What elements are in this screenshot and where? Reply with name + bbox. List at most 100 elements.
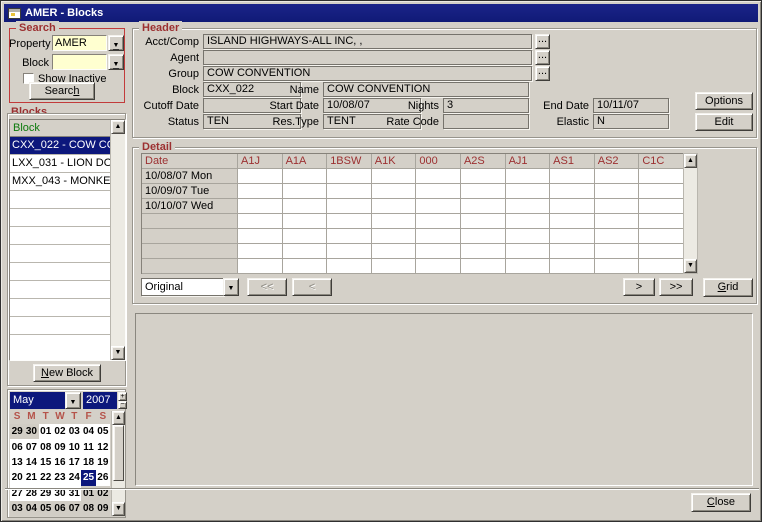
calendar-year-display[interactable]: 2007 [83, 392, 117, 409]
detail-grid-cell[interactable] [639, 214, 684, 229]
calendar-day[interactable]: 03 [67, 424, 81, 439]
elastic-field[interactable]: N [593, 114, 669, 129]
calendar-day[interactable]: 26 [96, 470, 110, 485]
calendar-day[interactable]: 02 [53, 424, 67, 439]
calendar-day[interactable]: 22 [39, 470, 53, 485]
block-lov-button[interactable]: ▼ [108, 54, 124, 70]
nav-first-button[interactable]: << [247, 278, 287, 296]
list-item[interactable] [10, 317, 110, 335]
list-item[interactable] [10, 281, 110, 299]
detail-grid-cell[interactable] [416, 169, 461, 184]
calendar-day[interactable]: 05 [96, 424, 110, 439]
list-item[interactable] [10, 263, 110, 281]
detail-grid-cell[interactable] [327, 214, 372, 229]
detail-grid-cell[interactable] [238, 199, 283, 214]
calendar-day[interactable]: 06 [10, 439, 24, 454]
calendar-day[interactable]: 17 [67, 455, 81, 470]
detail-grid-cell[interactable] [461, 244, 506, 259]
list-item[interactable]: CXX_022 - COW CONVEN [10, 137, 110, 155]
detail-grid-cell[interactable] [550, 199, 595, 214]
year-decrement-button[interactable]: − [118, 401, 127, 409]
search-button[interactable]: Search [29, 82, 95, 100]
detail-grid-cell[interactable] [506, 199, 551, 214]
detail-grid-cell[interactable] [639, 229, 684, 244]
detail-grid-cell[interactable] [461, 184, 506, 199]
list-item[interactable]: LXX_031 - LION DO [10, 155, 110, 173]
detail-grid-cell[interactable] [283, 214, 328, 229]
calendar-month-dropdown-button[interactable]: ▼ [65, 392, 81, 409]
calendar-day[interactable]: 07 [67, 501, 81, 516]
calendar-day[interactable]: 03 [10, 501, 24, 516]
detail-grid-cell[interactable] [550, 244, 595, 259]
calendar-day[interactable]: 18 [81, 455, 95, 470]
group-field[interactable]: COW CONVENTION [203, 66, 532, 81]
list-item[interactable] [10, 227, 110, 245]
detail-grid-cell[interactable] [506, 214, 551, 229]
list-item[interactable] [10, 299, 110, 317]
detail-grid-cell[interactable] [506, 244, 551, 259]
detail-grid-cell[interactable] [372, 199, 417, 214]
calendar-day[interactable]: 21 [24, 470, 38, 485]
calendar-day[interactable]: 12 [96, 439, 110, 454]
detail-grid-cell[interactable] [595, 199, 640, 214]
detail-grid-cell[interactable] [372, 184, 417, 199]
view-select-dropdown-button[interactable]: ▼ [223, 278, 239, 296]
calendar-day[interactable]: 23 [53, 470, 67, 485]
scroll-up-icon[interactable]: ▲ [684, 154, 697, 168]
nights-field[interactable]: 3 [443, 98, 529, 113]
scroll-down-icon[interactable]: ▼ [112, 502, 125, 516]
detail-grid-cell[interactable] [327, 169, 372, 184]
nav-last-button[interactable]: >> [659, 278, 693, 296]
detail-grid-cell[interactable] [461, 214, 506, 229]
detail-grid-cell[interactable] [550, 184, 595, 199]
detail-grid-cell[interactable] [416, 214, 461, 229]
calendar-scrollbar[interactable]: ▲ ▼ [111, 411, 125, 516]
scrollbar-thumb[interactable] [113, 425, 124, 481]
scroll-down-icon[interactable]: ▼ [111, 346, 125, 360]
detail-grid-cell[interactable] [372, 169, 417, 184]
calendar-day[interactable]: 01 [39, 424, 53, 439]
edit-button[interactable]: Edit [695, 113, 753, 131]
detail-grid-cell[interactable] [550, 214, 595, 229]
detail-grid-cell[interactable] [550, 259, 595, 274]
calendar-day[interactable]: 11 [81, 439, 95, 454]
detail-grid-cell[interactable] [283, 259, 328, 274]
detail-grid-cell[interactable] [639, 244, 684, 259]
detail-grid-cell[interactable] [639, 184, 684, 199]
acct-comp-browse-button[interactable]: ... [535, 34, 550, 49]
property-input[interactable] [52, 35, 107, 51]
calendar-day[interactable]: 07 [24, 439, 38, 454]
detail-grid-cell[interactable] [283, 199, 328, 214]
grid-button[interactable]: Grid [703, 278, 753, 297]
calendar-day[interactable]: 29 [10, 424, 24, 439]
blocks-list-scrollbar[interactable]: ▲ ▼ [110, 120, 125, 360]
group-browse-button[interactable]: ... [535, 66, 550, 81]
detail-grid-cell[interactable] [595, 244, 640, 259]
acct-comp-field[interactable]: ISLAND HIGHWAYS-ALL INC, , [203, 34, 532, 49]
agent-field[interactable] [203, 50, 532, 65]
detail-grid-cell[interactable] [416, 184, 461, 199]
detail-grid-cell[interactable] [238, 259, 283, 274]
calendar-day[interactable]: 04 [81, 424, 95, 439]
options-button[interactable]: Options [695, 92, 753, 110]
detail-grid-cell[interactable] [372, 244, 417, 259]
calendar-day[interactable]: 09 [53, 439, 67, 454]
list-item[interactable] [10, 191, 110, 209]
calendar-day[interactable]: 16 [53, 455, 67, 470]
calendar-day[interactable]: 10 [67, 439, 81, 454]
detail-grid-cell[interactable] [327, 259, 372, 274]
new-block-button[interactable]: New Block [33, 364, 101, 382]
view-select[interactable]: Original [141, 278, 224, 296]
detail-grid-cell[interactable] [372, 214, 417, 229]
agent-browse-button[interactable]: ... [535, 50, 550, 65]
name-field[interactable]: COW CONVENTION [323, 82, 529, 97]
list-item[interactable] [10, 209, 110, 227]
calendar-day[interactable]: 24 [67, 470, 81, 485]
detail-grid-cell[interactable] [550, 169, 595, 184]
detail-grid-cell[interactable] [639, 199, 684, 214]
calendar-day[interactable]: 20 [10, 470, 24, 485]
detail-grid-cell[interactable] [238, 229, 283, 244]
nav-next-button[interactable]: > [623, 278, 655, 296]
detail-grid-cell[interactable] [639, 169, 684, 184]
detail-grid-cell[interactable] [327, 244, 372, 259]
